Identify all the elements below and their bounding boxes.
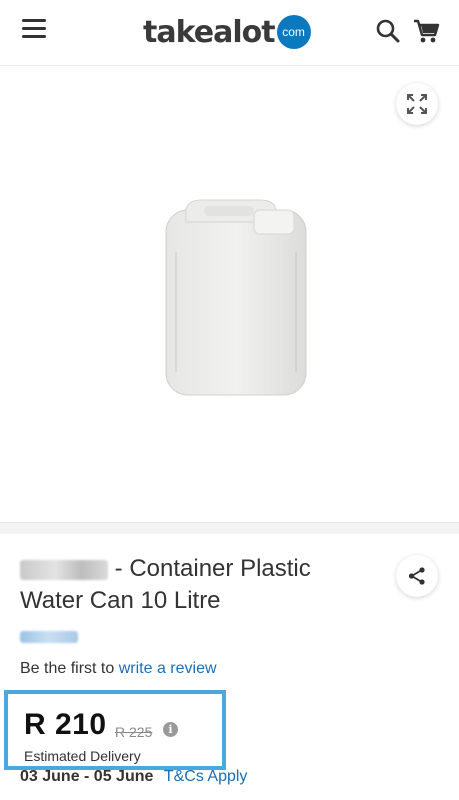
info-icon[interactable]: i [163, 722, 178, 737]
redacted-brand-link[interactable] [20, 628, 78, 646]
logo-badge: com [276, 15, 311, 49]
product-title: - Container Plastic Water Can 10 Litre [20, 553, 380, 617]
takealot-logo[interactable]: takealot com [143, 12, 311, 52]
review-prompt: Be the first to write a review [20, 660, 217, 678]
delivery-dates: 03 June - 05 June [20, 768, 154, 785]
cart-icon[interactable] [412, 17, 440, 45]
hamburger-menu-icon[interactable] [22, 19, 46, 39]
delivery-dates-line: 03 June - 05 June T&Cs Apply [20, 768, 247, 786]
product-image-gallery [0, 67, 459, 522]
redacted-brand-name [20, 559, 108, 580]
write-review-link[interactable]: write a review [119, 660, 217, 677]
product-image[interactable] [150, 192, 320, 402]
current-price: R 210 [24, 708, 107, 741]
price-highlight-box: R 210 R 225 i Estimated Delivery [4, 690, 226, 770]
logo-wordmark: takealot [143, 14, 276, 50]
section-divider [0, 522, 459, 534]
share-icon[interactable] [396, 555, 438, 597]
expand-icon[interactable] [396, 83, 438, 125]
product-title-block: - Container Plastic Water Can 10 Litre [20, 553, 380, 617]
estimated-delivery-label: Estimated Delivery [24, 748, 141, 764]
top-app-bar: takealot com [0, 0, 459, 66]
previous-price: R 225 [115, 724, 153, 740]
terms-link[interactable]: T&Cs Apply [164, 768, 248, 785]
review-prefix: Be the first to [20, 660, 115, 677]
search-icon[interactable] [375, 18, 401, 44]
